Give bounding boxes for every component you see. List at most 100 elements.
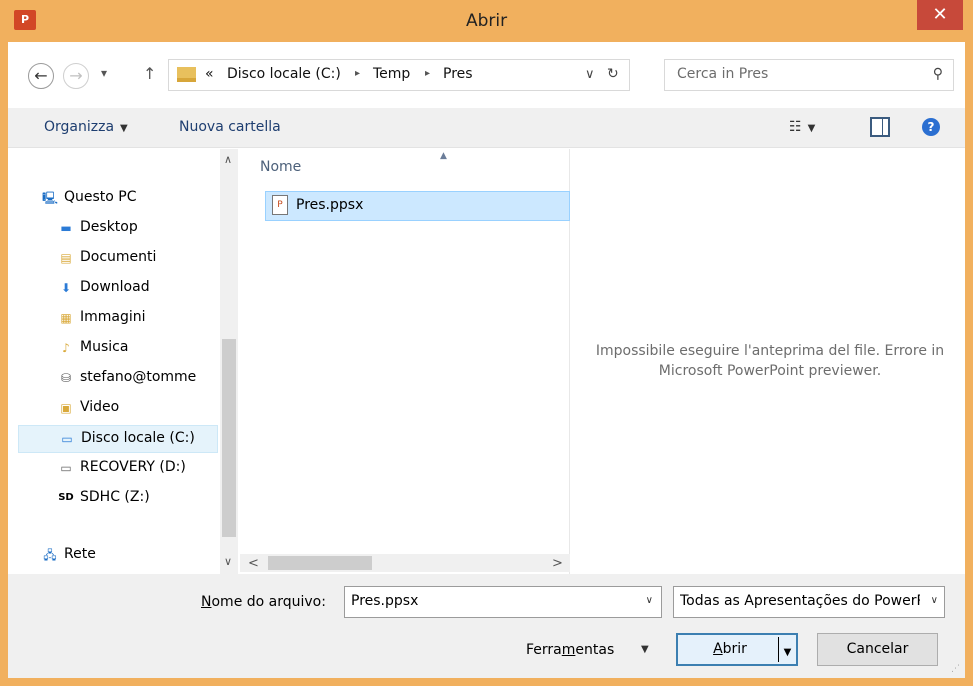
breadcrumb-pres[interactable]: Pres [443, 66, 473, 82]
nav-item-label: SDHC (Z:) [80, 489, 150, 505]
nav-item-label: Questo PC [64, 189, 137, 205]
back-arrow-icon: ← [34, 66, 48, 85]
resize-grip-icon[interactable]: ⋰ [951, 664, 961, 674]
preview-pane-icon [882, 119, 888, 135]
scroll-left-icon[interactable]: < [248, 556, 259, 571]
nav-item[interactable]: ▬ Desktop [18, 215, 218, 243]
new-folder-button[interactable]: Nuova cartella [179, 119, 281, 135]
navigation-scrollbar[interactable]: ∧ ∨ [220, 149, 238, 574]
scroll-up-icon[interactable]: ∧ [224, 153, 232, 166]
title-bar[interactable]: P Abrir ✕ [0, 0, 973, 42]
breadcrumb-temp[interactable]: Temp [373, 66, 410, 82]
filename-value: Pres.ppsx [351, 593, 419, 609]
sd-card-icon: SD [58, 492, 74, 503]
file-list-pane[interactable]: ▲ Nome P Pres.ppsx < > [240, 149, 570, 574]
file-type-select[interactable]: Todas as Apresentações do PowerPoint ∨ [673, 586, 945, 618]
navigation-pane[interactable]: 🖳 Questo PC ▬ Desktop ▤ Documenti ⬇ Download ▦ Im… [8, 149, 240, 574]
help-icon: ? [927, 120, 935, 134]
preview-pane: Impossibile eseguire l'anteprima del fil… [570, 149, 965, 574]
nav-item-label: Musica [80, 339, 129, 355]
file-item[interactable]: P Pres.ppsx [265, 191, 570, 221]
nav-item[interactable]: ⬇ Download [18, 275, 218, 303]
tools-menu-button[interactable]: Ferramentas [526, 642, 614, 658]
file-type-value: Todas as Apresentações do PowerPoint [680, 593, 920, 609]
open-button[interactable]: Abrir ▼ [676, 633, 798, 666]
videos-folder-icon: ▣ [60, 401, 72, 415]
address-row: ← → ▾ ↑ « Disco locale (C:) ▸ Temp ▸ Pre… [8, 42, 965, 108]
nav-item[interactable]: ▭ Disco locale (C:) [18, 425, 218, 453]
chevron-down-icon: ∨ [930, 595, 938, 606]
scroll-down-icon[interactable]: ∨ [224, 555, 232, 568]
nav-item-label: Immagini [80, 309, 146, 325]
nav-item-label: Disco locale (C:) [81, 430, 195, 446]
scroll-thumb[interactable] [222, 339, 236, 537]
breadcrumb-overflow[interactable]: « [205, 66, 214, 82]
refresh-icon[interactable]: ↻ [607, 66, 619, 82]
recent-locations-icon[interactable]: ▾ [101, 66, 107, 80]
forward-button[interactable]: → [63, 63, 89, 89]
downloads-folder-icon: ⬇ [60, 281, 72, 295]
nav-item-label: Rete [64, 546, 96, 562]
close-button[interactable]: ✕ [917, 0, 963, 30]
drive-icon: ▭ [60, 461, 72, 475]
computer-icon: 🖳 [42, 191, 59, 205]
preview-error-line-1: Impossibile eseguire l'anteprima del fil… [595, 343, 945, 359]
nav-item-label: Video [80, 399, 120, 415]
nav-item[interactable]: ♪ Musica [18, 335, 218, 363]
preview-error-message: Impossibile eseguire l'anteprima del fil… [580, 341, 960, 381]
nav-item[interactable]: 🖧 Rete [18, 542, 218, 570]
search-input[interactable]: Cerca in Pres ⚲ [664, 59, 954, 91]
preview-error-line-2: Microsoft PowerPoint previewer. [658, 363, 882, 379]
sort-ascending-icon: ▲ [440, 151, 447, 161]
nav-item[interactable]: 🖳 Questo PC [18, 185, 218, 213]
scroll-thumb[interactable] [268, 556, 372, 570]
chevron-down-icon: ▼ [120, 123, 128, 134]
file-name: Pres.ppsx [296, 197, 364, 213]
dialog-title: Abrir [465, 11, 508, 31]
breadcrumb-separator-icon[interactable]: ▸ [355, 68, 360, 79]
scroll-right-icon[interactable]: > [552, 556, 563, 571]
nav-item-label: Download [80, 279, 150, 295]
file-list-scrollbar[interactable]: < > [240, 554, 570, 572]
up-arrow-icon[interactable]: ↑ [143, 64, 156, 83]
organize-label: Organizza [44, 119, 115, 135]
address-bar[interactable]: « Disco locale (C:) ▸ Temp ▸ Pres ∨ ↻ [168, 59, 630, 91]
chevron-down-icon[interactable]: ∨ [646, 595, 653, 606]
pictures-folder-icon: ▦ [60, 311, 72, 325]
change-view-button[interactable]: ☷ ▼ [789, 119, 815, 135]
filename-label: Nome do arquivo: [201, 594, 326, 610]
nav-item[interactable]: ▭ RECOVERY (D:) [18, 455, 218, 483]
desktop-folder-icon: ▬ [60, 221, 72, 235]
open-dialog: P Abrir ✕ ← → ▾ ↑ « Disco locale (C:) ▸ … [0, 0, 973, 686]
organize-menu-button[interactable]: Organizza ▼ [44, 119, 128, 135]
nav-item[interactable]: SD SDHC (Z:) [18, 485, 218, 513]
nav-item-label: Documenti [80, 249, 157, 265]
search-icon[interactable]: ⚲ [933, 66, 943, 82]
nav-item-label: Desktop [80, 219, 138, 235]
open-label: Abrir [713, 641, 747, 657]
nav-item-label: stefano@tomme [80, 369, 197, 385]
network-drive-icon: ⛁ [60, 371, 72, 385]
open-split-dropdown[interactable]: ▼ [778, 637, 796, 662]
cancel-button[interactable]: Cancelar [817, 633, 938, 666]
help-button[interactable]: ? [922, 118, 940, 136]
forward-arrow-icon: → [69, 66, 83, 85]
breadcrumb-disk[interactable]: Disco locale (C:) [227, 66, 341, 82]
nav-item[interactable]: ▣ Video [18, 395, 218, 423]
breadcrumb-separator-icon[interactable]: ▸ [425, 68, 430, 79]
nav-item[interactable]: ⛁ stefano@tomme [18, 365, 218, 393]
address-dropdown-icon[interactable]: ∨ [585, 67, 595, 82]
filename-input[interactable]: Pres.ppsx ∨ [344, 586, 662, 618]
documents-folder-icon: ▤ [60, 251, 72, 265]
powerpoint-file-icon: P [272, 195, 288, 215]
chevron-down-icon: ▼ [807, 123, 816, 134]
nav-item[interactable]: ▦ Immagini [18, 305, 218, 333]
close-icon: ✕ [932, 4, 948, 25]
column-header-name[interactable]: Nome [260, 159, 301, 175]
nav-item[interactable]: ▤ Documenti [18, 245, 218, 273]
local-disk-icon: ▭ [61, 432, 73, 446]
view-icon: ☷ [789, 119, 802, 135]
preview-pane-button[interactable] [870, 117, 890, 137]
back-button[interactable]: ← [28, 63, 54, 89]
chevron-down-icon[interactable]: ▼ [641, 644, 649, 655]
